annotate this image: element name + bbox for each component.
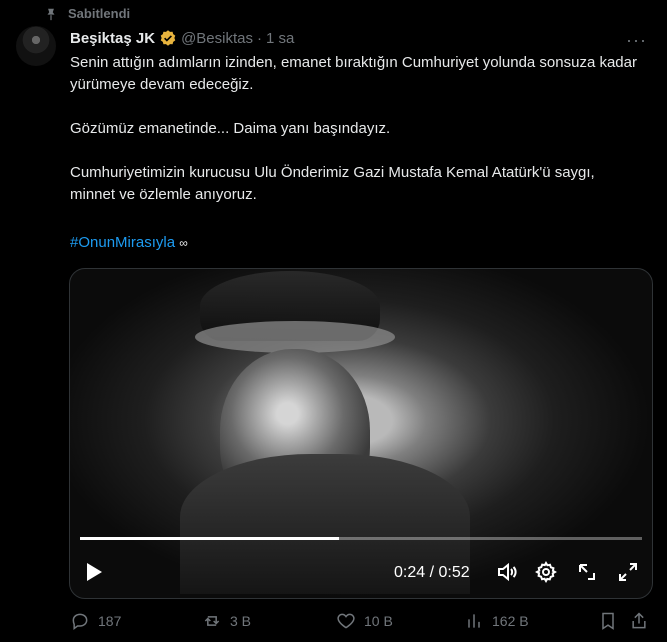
tweet-text: Senin attığın adımların izinden, emanet … (70, 54, 637, 203)
heart-icon (337, 613, 355, 629)
hashtag-line: #OnunMirasıyla ∞ (70, 232, 188, 254)
video-controls: 0:24 / 0:52 (70, 544, 652, 598)
video-progress-bar[interactable] (80, 537, 642, 540)
share-icon (632, 612, 646, 629)
more-options-icon[interactable]: ··· (626, 30, 647, 51)
verified-badge-icon[interactable] (159, 29, 177, 47)
retweet-count: 3 B (230, 613, 252, 629)
bookmark-action[interactable] (598, 611, 618, 631)
video-player[interactable]: 0:24 / 0:52 (69, 268, 653, 599)
like-count: 10 B (364, 613, 393, 629)
separator-dot: · (256, 29, 262, 47)
bookmark-icon (602, 612, 614, 630)
retweet-action[interactable]: 3 B (202, 611, 251, 631)
author-handle[interactable]: @Besiktas (181, 30, 253, 47)
play-icon[interactable] (87, 563, 102, 581)
video-progress-fill (80, 537, 339, 540)
reply-count: 187 (98, 613, 122, 629)
video-time: 0:24 / 0:52 (394, 564, 470, 581)
reply-action[interactable]: 187 (70, 611, 121, 631)
like-action[interactable]: 10 B (336, 611, 393, 631)
tweet-header: Beşiktaş JK @Besiktas · 1 sa (70, 29, 294, 47)
post-time[interactable]: 1 sa (266, 30, 294, 47)
hashtag-link[interactable]: #OnunMirasıyla (70, 234, 175, 251)
avatar[interactable] (16, 26, 56, 66)
reply-icon (72, 613, 88, 630)
pinned-indicator: Sabitlendi (44, 6, 130, 21)
author-name[interactable]: Beşiktaş JK (70, 30, 155, 47)
tweet-actions: 187 3 B 10 B 162 B (70, 611, 646, 635)
views-icon (468, 614, 480, 628)
fullscreen-icon[interactable] (616, 560, 640, 584)
views-action[interactable]: 162 B (464, 611, 529, 631)
pinned-label: Sabitlendi (68, 6, 131, 21)
views-count: 162 B (492, 613, 529, 629)
settings-icon[interactable] (534, 560, 558, 584)
pip-icon[interactable] (575, 560, 599, 584)
pin-icon (47, 8, 55, 20)
retweet-icon (204, 616, 220, 626)
share-action[interactable] (629, 611, 649, 631)
infinity-emoji: ∞ (179, 236, 188, 250)
volume-icon[interactable] (495, 560, 519, 584)
